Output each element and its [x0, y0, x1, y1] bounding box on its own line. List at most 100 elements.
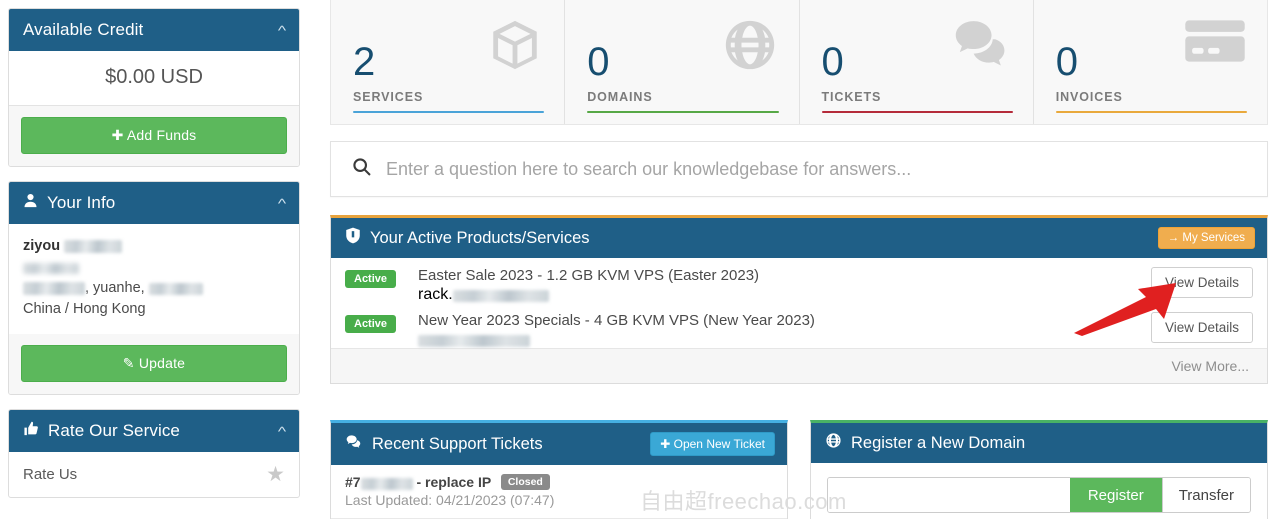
stat-services[interactable]: 2 SERVICES	[331, 0, 566, 124]
stat-invoices-label: INVOICES	[1055, 90, 1123, 104]
available-credit-title: Available Credit	[23, 20, 144, 39]
register-domain-title: Register a New Domain	[851, 433, 1026, 452]
open-new-ticket-label: Open New Ticket	[673, 437, 765, 451]
register-domain-panel: Register a New Domain Register Transfer	[810, 420, 1268, 519]
view-details-button[interactable]: View Details	[1150, 312, 1253, 343]
register-domain-body: Register Transfer	[811, 463, 1267, 519]
stat-services-underline	[353, 111, 545, 113]
redacted-region	[148, 283, 203, 296]
sidebar: Available Credit ^ $0.00 USD ✚ Add Funds…	[0, 0, 330, 519]
account-name-line: ziyou	[23, 236, 285, 257]
box-shield-icon	[345, 227, 361, 249]
available-credit-footer: ✚ Add Funds	[9, 106, 299, 166]
ticket-subject: - replace IP	[412, 474, 491, 490]
star-icon[interactable]: ★	[266, 464, 285, 485]
available-credit-amount: $0.00 USD	[9, 51, 299, 106]
box-icon	[486, 16, 544, 79]
product-domain: rack.	[418, 286, 1151, 303]
ticket-updated: Last Updated: 04/21/2023 (07:47)	[345, 492, 555, 508]
page-root: Available Credit ^ $0.00 USD ✚ Add Funds…	[0, 0, 1280, 519]
redacted-surname	[64, 240, 123, 253]
table-row: Active Easter Sale 2023 - 1.2 GB KVM VPS…	[331, 258, 1267, 303]
redacted-address	[23, 263, 79, 275]
register-domain-header: Register a New Domain	[811, 423, 1267, 463]
your-info-body: ziyou , yuanhe, China / Hong Kong	[9, 224, 299, 334]
product-name: Easter Sale 2023 - 1.2 GB KVM VPS (Easte…	[418, 267, 760, 284]
globe-icon	[721, 16, 779, 79]
domain-search-group: Register Transfer	[827, 477, 1251, 513]
domain-input[interactable]	[828, 478, 1070, 512]
active-products-title: Your Active Products/Services	[370, 228, 590, 247]
active-products-header: Your Active Products/Services → My Servi…	[331, 218, 1267, 258]
chat-bubbles-icon	[345, 434, 363, 455]
available-credit-panel: Available Credit ^ $0.00 USD ✚ Add Funds	[8, 8, 300, 167]
stat-domains-underline	[587, 111, 779, 113]
stat-domains[interactable]: 0 DOMAINS	[565, 0, 800, 124]
recent-tickets-title: Recent Support Tickets	[372, 434, 543, 453]
add-funds-label: Add Funds	[126, 127, 197, 143]
stats-bar: 2 SERVICES 0 DOMAINS 0 TICKETS 0 INVOICE…	[330, 0, 1268, 125]
main-content: 2 SERVICES 0 DOMAINS 0 TICKETS 0 INVOICE…	[330, 0, 1280, 519]
redacted-ticket-number	[360, 478, 413, 490]
stat-services-label: SERVICES	[353, 90, 424, 104]
table-row: Active New Year 2023 Specials - 4 GB KVM…	[331, 303, 1267, 348]
product-info: New Year 2023 Specials - 4 GB KVM VPS (N…	[396, 312, 1151, 347]
globe-icon	[825, 432, 842, 454]
your-info-footer: ✎ Update	[9, 334, 299, 395]
chevron-up-icon[interactable]: ^	[278, 425, 286, 438]
plus-icon: ✚	[660, 437, 671, 451]
chevron-up-icon[interactable]: ^	[278, 197, 286, 210]
recent-tickets-panel: Recent Support Tickets ✚ Open New Ticket…	[330, 420, 788, 519]
stat-tickets[interactable]: 0 TICKETS	[800, 0, 1034, 124]
search-input[interactable]	[386, 158, 1247, 180]
search-icon	[351, 156, 372, 182]
bottom-row: Recent Support Tickets ✚ Open New Ticket…	[330, 402, 1268, 519]
country-line: China / Hong Kong	[23, 301, 146, 318]
active-products-panel: Your Active Products/Services → My Servi…	[330, 215, 1268, 384]
ticket-number: #7	[345, 474, 361, 490]
update-button[interactable]: ✎ Update	[21, 345, 287, 383]
available-credit-header[interactable]: Available Credit ^	[9, 9, 299, 51]
recent-tickets-header: Recent Support Tickets ✚ Open New Ticket	[331, 423, 787, 465]
stat-invoices[interactable]: 0 INVOICES	[1034, 0, 1267, 124]
list-item[interactable]: #7 - replace IP Closed Last Updated: 04/…	[331, 465, 787, 518]
redacted-city	[23, 282, 85, 296]
user-icon	[23, 193, 38, 213]
my-services-button[interactable]: → My Services	[1157, 227, 1255, 249]
pencil-icon: ✎	[122, 355, 135, 372]
update-label: Update	[138, 355, 186, 372]
rate-us-label: Rate Us	[23, 466, 78, 484]
your-info-header[interactable]: Your Info ^	[9, 182, 299, 224]
thumbs-up-icon	[23, 421, 39, 441]
rate-service-header[interactable]: Rate Our Service ^	[9, 410, 299, 453]
account-name: ziyou	[23, 238, 61, 254]
product-domain	[418, 331, 1151, 347]
your-info-title: Your Info	[47, 193, 116, 212]
add-funds-button[interactable]: ✚ Add Funds	[21, 117, 287, 154]
transfer-button[interactable]: Transfer	[1161, 478, 1250, 512]
stat-tickets-label: TICKETS	[821, 90, 882, 104]
redacted-domain	[418, 335, 531, 347]
rate-service-title: Rate Our Service	[48, 421, 180, 441]
register-button[interactable]: Register	[1069, 478, 1162, 512]
your-info-panel: Your Info ^ ziyou , yuanhe, China / Hong…	[8, 181, 300, 396]
chat-bubbles-icon	[951, 16, 1013, 79]
chevron-up-icon[interactable]: ^	[278, 24, 286, 37]
view-details-button[interactable]: View Details	[1150, 267, 1253, 298]
stat-tickets-underline	[821, 111, 1013, 113]
credit-card-icon	[1183, 16, 1247, 71]
view-more-link[interactable]: View More...	[331, 348, 1267, 383]
status-badge: Active	[345, 315, 397, 333]
open-new-ticket-button[interactable]: ✚ Open New Ticket	[650, 432, 775, 456]
address-line-2: , yuanhe,	[23, 278, 285, 299]
rate-service-panel: Rate Our Service ^ Rate Us ★	[8, 409, 300, 499]
rate-us-row[interactable]: Rate Us ★	[9, 452, 299, 497]
status-badge: Active	[345, 270, 397, 288]
product-domain-prefix: rack.	[418, 286, 453, 303]
product-name: New Year 2023 Specials - 4 GB KVM VPS (N…	[418, 312, 815, 329]
plus-icon: ✚	[111, 127, 124, 143]
knowledgebase-search-bar[interactable]	[330, 141, 1268, 197]
ticket-subject-line: #7 - replace IP Closed	[345, 474, 773, 490]
my-services-label: My Services	[1182, 232, 1245, 244]
product-info: Easter Sale 2023 - 1.2 GB KVM VPS (Easte…	[396, 267, 1151, 303]
